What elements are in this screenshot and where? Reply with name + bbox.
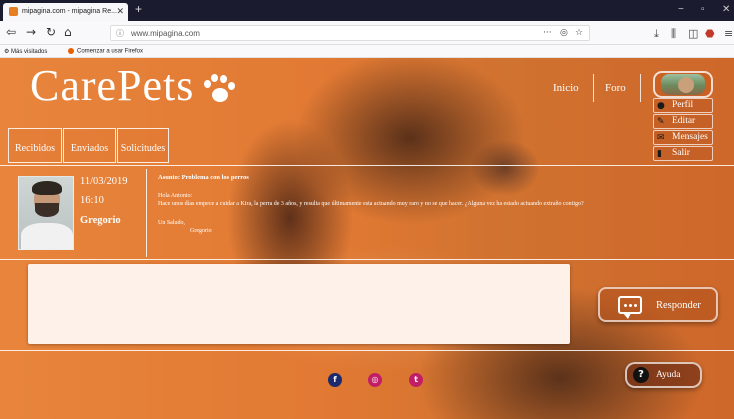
close-tab-icon[interactable]: ✕ [116,6,124,17]
user-avatar-button[interactable] [653,71,713,98]
back-icon[interactable]: ⇦ [6,25,16,39]
message-date: 11/03/2019 [80,176,128,187]
envelope-icon: ✉ [657,133,665,143]
site-logo[interactable]: CarePets [30,60,236,111]
url-bar[interactable]: ⓘ www.mipagina.com ··· ◎ ☆ [110,25,590,41]
home-icon[interactable]: ⌂ [64,25,72,39]
bookmark-most-visited[interactable]: ⚙ Más visitados [4,48,47,55]
tab-title: mipagina.com - mipagina Re... [22,8,117,15]
avatar [661,74,705,95]
tab-enviados[interactable]: Enviados [63,128,116,163]
menu-item-editar[interactable]: ✎ Editar [653,114,713,129]
pocket-icon[interactable]: ◎ [560,28,568,38]
pencil-icon: ✎ [657,117,665,127]
message-sender-panel: 11/03/2019 16:10 Gregorio [13,168,146,258]
menu-item-mensajes[interactable]: ✉ Mensajes [653,130,713,145]
message-subject: Asunto: Problema con los perros [158,174,249,181]
person-icon: ● [657,101,665,111]
downloads-icon[interactable]: ⤓ [654,27,659,41]
message-sender: Gregorio [80,215,121,226]
window-close-icon[interactable]: ✕ [722,4,730,15]
message-signature: Gregorio [190,228,212,234]
sender-photo [18,176,74,250]
maximize-icon[interactable]: ▫ [701,4,705,15]
sidebar-icon[interactable]: ◫ [688,27,698,40]
bookmark-star-icon[interactable]: ☆ [575,28,583,38]
user-menu: ● Perfil ✎ Editar ✉ Mensajes ▮ Salir [653,98,713,162]
menu-item-salir[interactable]: ▮ Salir [653,146,713,161]
reply-button[interactable]: Responder [598,287,718,322]
divider [0,350,734,351]
menu-item-perfil[interactable]: ● Perfil [653,98,713,113]
forward-icon[interactable]: → [26,25,36,39]
firefox-icon [68,48,74,54]
browser-nav-bar: ⇦ → ↻ ⌂ ⓘ www.mipagina.com ··· ◎ ☆ ⤓ ⫼ ◫… [0,21,734,45]
divider [0,165,734,166]
nav-foro[interactable]: Foro [605,82,626,94]
message-closing: Un Saludo, [158,219,185,226]
reload-icon[interactable]: ↻ [46,25,56,39]
logout-icon: ▮ [657,149,662,159]
menu-icon[interactable]: ≡ [724,27,733,40]
tab-recibidos[interactable]: Recibidos [8,128,62,163]
help-button[interactable]: ? Ayuda [625,362,702,388]
web-page: CarePets Inicio Foro ● Perfil ✎ Editar ✉ Me… [0,58,734,419]
favicon-icon [9,7,18,16]
bookmarks-bar: ⚙ Más visitados Comenzar a usar Firefox [0,45,734,58]
browser-tab-bar: mipagina.com - mipagina Re... ✕ + − ▫ ✕ [0,0,734,21]
message-body: Asunto: Problema con los perros Hola Ant… [158,174,728,236]
app-root: mipagina.com - mipagina Re... ✕ + − ▫ ✕ … [0,0,734,419]
reply-textarea[interactable] [28,264,570,344]
page-actions-icon[interactable]: ··· [543,28,552,38]
url-text: www.mipagina.com [131,29,200,38]
browser-tab[interactable]: mipagina.com - mipagina Re... ✕ [3,3,128,21]
twitter-icon[interactable]: t [409,373,423,387]
bookmark-getting-started[interactable]: Comenzar a usar Firefox [68,48,143,55]
message-text: Hace unos días empece a cuidar a Kira, l… [158,201,584,207]
minimize-icon[interactable]: − [678,4,684,15]
message-greeting: Hola Antonio: [158,192,193,199]
message-time: 16:10 [80,195,104,206]
nav-inicio[interactable]: Inicio [553,82,579,94]
paw-icon [200,73,236,106]
tab-solicitudes[interactable]: Solicitudes [117,128,169,163]
addon-icon[interactable]: ⬣ [705,27,715,40]
chat-bubble-icon [618,296,642,319]
divider [0,259,734,260]
facebook-icon[interactable]: f [328,373,342,387]
site-info-icon[interactable]: ⓘ [116,28,124,39]
question-icon: ? [633,367,649,383]
instagram-icon[interactable]: ◎ [368,373,382,387]
library-icon[interactable]: ⫼ [671,27,676,41]
new-tab-icon[interactable]: + [135,2,142,16]
